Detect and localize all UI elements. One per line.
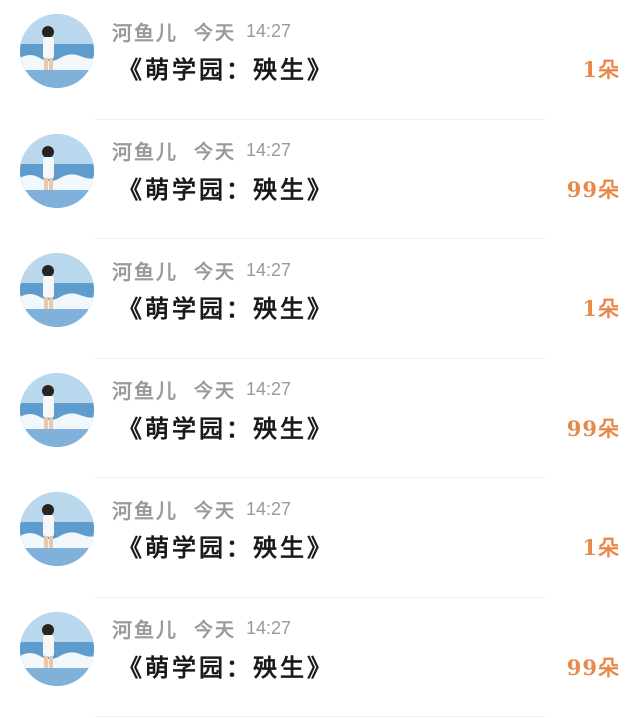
- message-time: 14:27: [246, 20, 292, 41]
- avatar[interactable]: [20, 14, 94, 88]
- flower-count: 1朵: [582, 57, 620, 82]
- avatar[interactable]: [20, 492, 94, 566]
- gift-title: 《萌学园：殃生》: [118, 55, 334, 84]
- message-meta: 河鱼儿 今天 14:27: [112, 256, 292, 285]
- sender-name[interactable]: 河鱼儿: [112, 375, 178, 404]
- list-item[interactable]: 河鱼儿 今天 14:27 《萌学园：殃生》 99朵: [0, 120, 640, 240]
- message-day: 今天: [194, 21, 237, 44]
- message-day: 今天: [194, 141, 237, 163]
- message-day: 今天: [194, 619, 237, 641]
- list-item[interactable]: 河鱼儿 今天 14:27 《萌学园：殃生》 99朵: [0, 598, 640, 718]
- message-time: 14:27: [246, 618, 292, 638]
- message-meta: 河鱼儿 今天 14:27: [112, 138, 291, 164]
- list-item[interactable]: 河鱼儿 今天 14:27 《萌学园：殃生》 99朵: [0, 359, 640, 479]
- message-day: 今天: [194, 380, 237, 402]
- sender-name[interactable]: 河鱼儿: [112, 614, 178, 643]
- gift-title: 《萌学园：殃生》: [118, 652, 334, 682]
- sender-name[interactable]: 河鱼儿: [112, 136, 178, 165]
- flower-count: 1朵: [582, 296, 620, 321]
- list-item[interactable]: 河鱼儿 今天 14:27 《萌学园：殃生》 1朵: [0, 0, 640, 120]
- avatar[interactable]: [20, 253, 94, 327]
- message-meta: 河鱼儿 今天 14:27: [112, 616, 291, 642]
- message-day: 今天: [194, 499, 237, 522]
- flower-count: 1朵: [582, 535, 620, 560]
- avatar-photo-icon: [20, 133, 94, 208]
- message-time: 14:27: [246, 259, 292, 280]
- flower-count: 99朵: [566, 176, 620, 202]
- avatar-photo-icon: [20, 14, 94, 88]
- message-time: 14:27: [246, 498, 292, 519]
- flower-count: 99朵: [566, 415, 620, 441]
- avatar-photo-icon: [20, 611, 94, 686]
- sender-name[interactable]: 河鱼儿: [112, 17, 178, 46]
- avatar[interactable]: [20, 133, 94, 208]
- message-time: 14:27: [246, 140, 292, 160]
- gift-title: 《萌学园：殃生》: [118, 294, 334, 323]
- avatar[interactable]: [20, 372, 94, 447]
- message-time: 14:27: [246, 379, 292, 399]
- gift-title: 《萌学园：殃生》: [118, 174, 334, 204]
- list-item[interactable]: 河鱼儿 今天 14:27 《萌学园：殃生》 1朵: [0, 478, 640, 598]
- flower-count: 99朵: [566, 654, 620, 680]
- avatar-photo-icon: [20, 492, 94, 566]
- list-item[interactable]: 河鱼儿 今天 14:27 《萌学园：殃生》 1朵: [0, 239, 640, 359]
- message-meta: 河鱼儿 今天 14:27: [112, 377, 291, 403]
- message-list: 河鱼儿 今天 14:27 《萌学园：殃生》 1朵 河鱼儿 今天 14:27 《萌: [0, 0, 640, 718]
- avatar[interactable]: [20, 611, 94, 686]
- message-day: 今天: [194, 260, 237, 283]
- gift-title: 《萌学园：殃生》: [118, 533, 334, 562]
- avatar-photo-icon: [20, 253, 94, 327]
- sender-name[interactable]: 河鱼儿: [112, 495, 178, 524]
- message-meta: 河鱼儿 今天 14:27: [112, 17, 292, 46]
- avatar-photo-icon: [20, 372, 94, 447]
- sender-name[interactable]: 河鱼儿: [112, 256, 178, 285]
- message-meta: 河鱼儿 今天 14:27: [112, 495, 292, 524]
- gift-title: 《萌学园：殃生》: [118, 413, 334, 443]
